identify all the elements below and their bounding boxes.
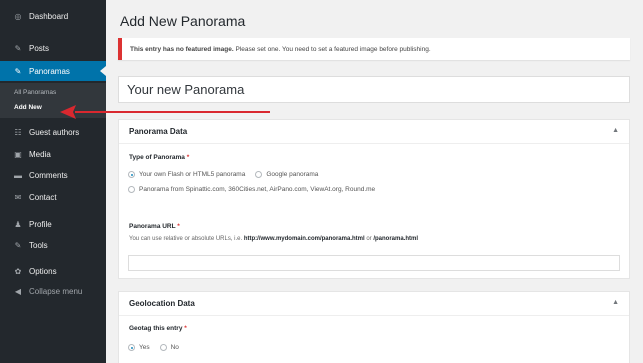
featured-image-notice: This entry has no featured image. Please… bbox=[118, 38, 630, 60]
geotag-label: Geotag this entry * bbox=[129, 325, 187, 332]
radio-label: Google panorama bbox=[266, 171, 319, 178]
type-of-panorama-label: Type of Panorama * bbox=[129, 154, 190, 161]
comments-icon: ▬ bbox=[14, 170, 22, 180]
radio-label: Panorama from Spinattic.com, 360Cities.n… bbox=[139, 186, 376, 193]
menu-label: Posts bbox=[29, 43, 50, 53]
collapse-toggle-icon[interactable]: ▲ bbox=[612, 299, 619, 306]
collapse-icon: ◀ bbox=[14, 286, 22, 296]
radio-geotag-no[interactable] bbox=[159, 344, 167, 351]
menu-label: Dashboard bbox=[29, 11, 69, 21]
panorama-url-label: Panorama URL * bbox=[129, 223, 180, 230]
box-heading-label: Geolocation Data bbox=[129, 299, 195, 308]
radio-google-panorama[interactable] bbox=[255, 171, 263, 178]
menu-item-profile[interactable]: ♟ Profile bbox=[0, 214, 106, 234]
pin-icon: ✎ bbox=[14, 66, 22, 76]
collapse-menu-button[interactable]: ◀ Collapse menu bbox=[0, 281, 106, 301]
notice-text: Please set one. You need to set a featur… bbox=[235, 45, 431, 53]
panorama-url-input[interactable] bbox=[128, 255, 620, 271]
gear-icon: ✿ bbox=[14, 266, 22, 276]
menu-item-tools[interactable]: ✎ Tools bbox=[0, 235, 106, 255]
radio-label: Your own Flash or HTML5 panorama bbox=[139, 171, 246, 178]
menu-item-guest-authors[interactable]: ☷ Guest authors bbox=[0, 122, 106, 142]
menu-item-comments[interactable]: ▬ Comments bbox=[0, 165, 106, 185]
menu-label: Collapse menu bbox=[29, 286, 83, 296]
mail-icon: ✉ bbox=[14, 192, 22, 202]
menu-item-dashboard[interactable]: ◎ Dashboard bbox=[0, 6, 106, 26]
main-content: Add New Panorama This entry has no featu… bbox=[106, 0, 643, 363]
media-icon: ▣ bbox=[14, 149, 22, 159]
menu-item-media[interactable]: ▣ Media bbox=[0, 144, 106, 164]
panorama-data-box: Panorama Data ▲ Type of Panorama * Your … bbox=[118, 119, 630, 279]
collapse-toggle-icon[interactable]: ▲ bbox=[612, 127, 619, 134]
menu-label: Comments bbox=[29, 170, 68, 180]
menu-label: Tools bbox=[29, 240, 48, 250]
radio-label: No bbox=[170, 344, 179, 351]
panorama-type-row-2: Panorama from Spinattic.com, 360Cities.n… bbox=[128, 186, 375, 193]
page-title: Add New Panorama bbox=[120, 13, 246, 29]
post-title-input[interactable]: Your new Panorama bbox=[118, 76, 630, 103]
box-heading-label: Panorama Data bbox=[129, 127, 188, 136]
menu-label: Guest authors bbox=[29, 127, 80, 137]
panorama-data-heading[interactable]: Panorama Data ▲ bbox=[119, 120, 629, 144]
submenu-item-add-new[interactable]: Add New bbox=[14, 104, 42, 111]
menu-item-panoramas[interactable]: ✎ Panoramas bbox=[0, 61, 106, 81]
menu-item-posts[interactable]: ✎ Posts bbox=[0, 38, 106, 58]
menu-label: Media bbox=[29, 149, 51, 159]
radio-label: Yes bbox=[139, 344, 150, 351]
geolocation-data-box: Geolocation Data ▲ Geotag this entry * Y… bbox=[118, 291, 630, 363]
menu-item-options[interactable]: ✿ Options bbox=[0, 261, 106, 281]
menu-label: Profile bbox=[29, 219, 52, 229]
wp-admin-window: ◎ Dashboard ✎ Posts ✎ Panoramas All Pano… bbox=[0, 0, 643, 363]
panorama-type-row-1: Your own Flash or HTML5 panorama Google … bbox=[128, 171, 318, 178]
wrench-icon: ✎ bbox=[14, 240, 22, 250]
users-icon: ☷ bbox=[14, 127, 22, 137]
submenu-item-all-panoramas[interactable]: All Panoramas bbox=[14, 89, 56, 96]
user-icon: ♟ bbox=[14, 219, 22, 229]
panorama-url-help: You can use relative or absolute URLs, i… bbox=[129, 236, 419, 242]
radio-own-panorama[interactable] bbox=[128, 171, 135, 178]
panoramas-submenu: All Panoramas Add New bbox=[0, 83, 106, 118]
menu-label: Options bbox=[29, 266, 57, 276]
radio-geotag-yes[interactable] bbox=[128, 344, 135, 351]
menu-label: Panoramas bbox=[29, 66, 70, 76]
notice-bold-text: This entry has no featured image. bbox=[130, 45, 234, 53]
menu-label: Contact bbox=[29, 192, 57, 202]
dashboard-icon: ◎ bbox=[14, 11, 22, 21]
geolocation-data-heading[interactable]: Geolocation Data ▲ bbox=[119, 292, 629, 316]
radio-external-panorama[interactable] bbox=[128, 186, 135, 193]
pin-icon: ✎ bbox=[14, 43, 22, 53]
geotag-row: Yes No bbox=[128, 344, 179, 351]
admin-sidebar: ◎ Dashboard ✎ Posts ✎ Panoramas All Pano… bbox=[0, 0, 106, 363]
menu-item-contact[interactable]: ✉ Contact bbox=[0, 187, 106, 207]
